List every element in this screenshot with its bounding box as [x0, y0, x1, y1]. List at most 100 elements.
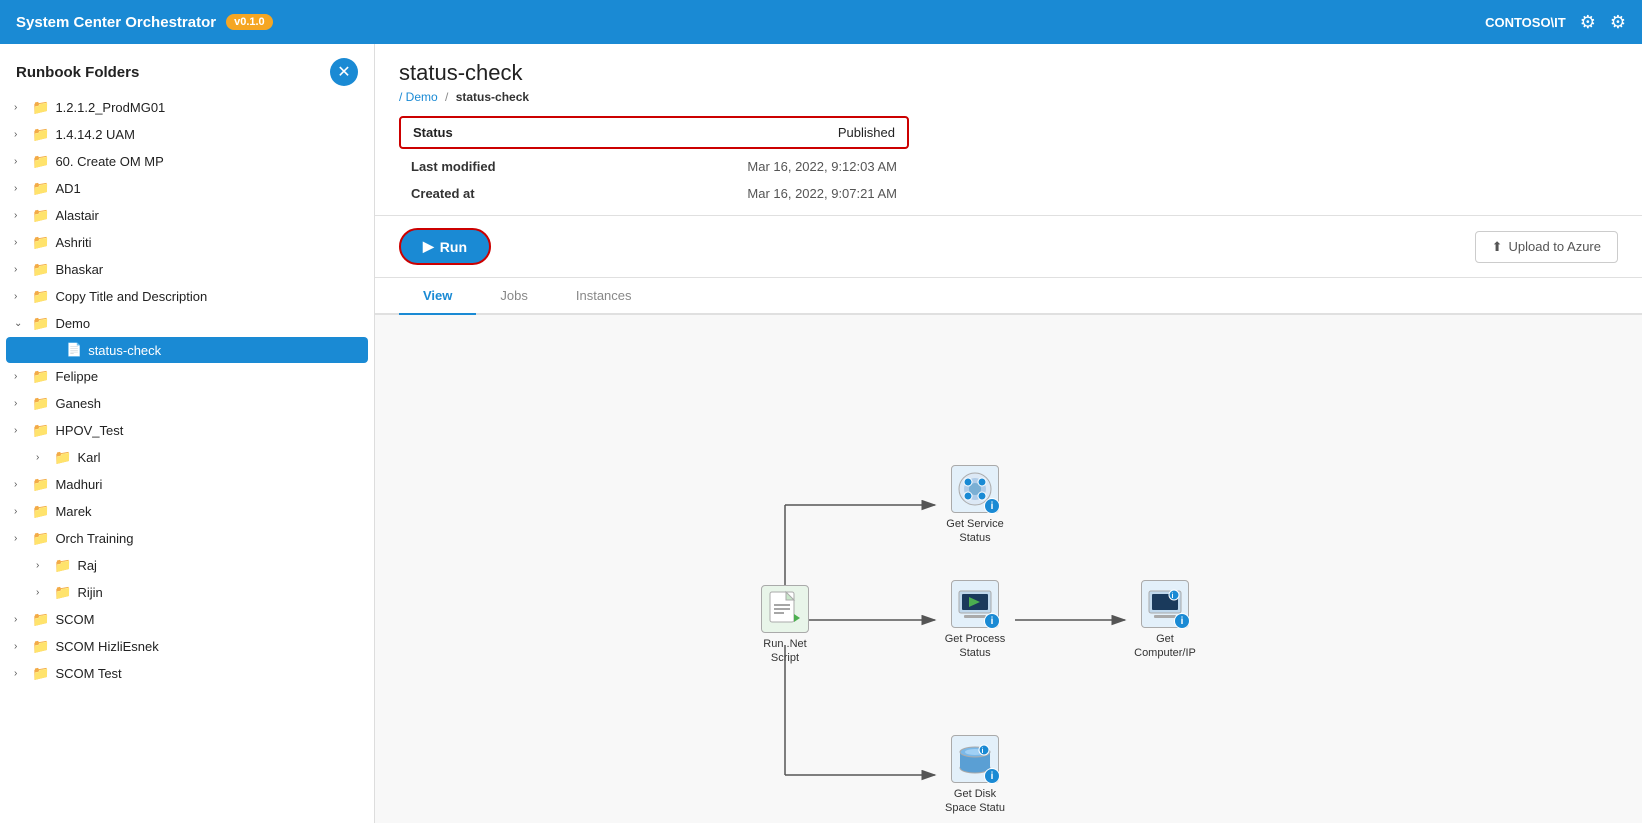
nav-left: System Center Orchestrator v0.1.0 [16, 14, 273, 31]
folder-icon: 📁 [32, 665, 49, 682]
folder-label: SCOM HizliEsnek [55, 639, 158, 654]
main-content: status-check / Demo / status-check Statu… [375, 44, 1642, 823]
node-get-service-status[interactable]: i Get ServiceStatus [935, 465, 1015, 546]
chevron-icon: › [36, 587, 48, 598]
created-at-label: Created at [411, 186, 475, 201]
chevron-icon: › [14, 183, 26, 194]
folder-item[interactable]: › 📁 Ashriti [0, 229, 374, 256]
sidebar-title: Runbook Folders [16, 64, 139, 81]
created-at-value: Mar 16, 2022, 9:07:21 AM [747, 186, 897, 201]
node-icon-run-net-script [761, 585, 809, 633]
folder-item[interactable]: › 📁 Ganesh [0, 390, 374, 417]
folder-label: Ashriti [55, 235, 91, 250]
node-get-process-status[interactable]: i Get ProcessStatus [935, 580, 1015, 661]
folder-icon: 📁 [32, 422, 49, 439]
folder-label: Orch Training [55, 531, 133, 546]
breadcrumb-separator: / [399, 90, 406, 104]
folder-icon: 📁 [32, 153, 49, 170]
tab-view[interactable]: View [399, 278, 476, 315]
chevron-icon: › [36, 452, 48, 463]
chevron-icon: › [14, 641, 26, 652]
node-get-disk-space-status[interactable]: i i Get DiskSpace Statu [935, 735, 1015, 816]
node-icon-get-computer-ip: i i [1141, 580, 1189, 628]
folder-icon: 📁 [54, 449, 71, 466]
runbook-label: status-check [88, 343, 161, 358]
chevron-icon: › [14, 668, 26, 679]
user-label: CONTOSO\IT [1485, 15, 1566, 30]
folder-icon: 📁 [32, 476, 49, 493]
folder-item[interactable]: › 📁 HPOV_Test [0, 417, 374, 444]
upload-azure-button[interactable]: ⬆ Upload to Azure [1475, 231, 1618, 263]
folder-item[interactable]: › 📁 Felippe [0, 363, 374, 390]
node-run-net-script[interactable]: Run .NetScript [745, 585, 825, 666]
node-icon-get-disk-space-status: i i [951, 735, 999, 783]
folder-icon: 📁 [54, 557, 71, 574]
sidebar-header: Runbook Folders ✕ [0, 44, 374, 94]
page-header: status-check / Demo / status-check Statu… [375, 44, 1642, 216]
puzzle-icon[interactable]: ⚙ [1580, 12, 1596, 33]
folder-item[interactable]: › 📁 Alastair [0, 202, 374, 229]
folder-item[interactable]: › 📁 Rijin [0, 579, 374, 606]
node-icon-get-service-status: i [951, 465, 999, 513]
folder-item[interactable]: › 📁 1.2.1.2_ProdMG01 [0, 94, 374, 121]
folder-item-copy-title[interactable]: › 📁 Copy Title and Description [0, 283, 374, 310]
info-badge: i [1174, 613, 1190, 629]
folder-item[interactable]: › 📁 Madhuri [0, 471, 374, 498]
node-get-computer-ip[interactable]: i i GetComputer/IP [1125, 580, 1205, 661]
top-navigation: System Center Orchestrator v0.1.0 CONTOS… [0, 0, 1642, 44]
folder-item[interactable]: › 📁 SCOM [0, 606, 374, 633]
folder-label: Copy Title and Description [55, 289, 207, 304]
folder-item[interactable]: › 📁 AD1 [0, 175, 374, 202]
folder-label: Karl [77, 450, 100, 465]
folder-label: Demo [55, 316, 90, 331]
folder-item[interactable]: › 📁 Bhaskar [0, 256, 374, 283]
folder-item[interactable]: › 📁 60. Create OM MP [0, 148, 374, 175]
folder-item[interactable]: › 📁 Marek [0, 498, 374, 525]
chevron-icon: › [14, 264, 26, 275]
folder-label: 60. Create OM MP [55, 154, 163, 169]
folder-icon: 📁 [32, 234, 49, 251]
folder-item[interactable]: › 📁 Orch Training [0, 525, 374, 552]
folder-item[interactable]: › 📁 1.4.14.2 UAM [0, 121, 374, 148]
folder-label: Madhuri [55, 477, 102, 492]
last-modified-label: Last modified [411, 159, 496, 174]
settings-icon[interactable]: ⚙ [1610, 12, 1626, 33]
last-modified-value: Mar 16, 2022, 9:12:03 AM [747, 159, 897, 174]
folder-item-demo[interactable]: ⌄ 📁 Demo [0, 310, 374, 337]
folder-label: 1.4.14.2 UAM [55, 127, 135, 142]
folder-label: Rijin [77, 585, 102, 600]
folder-label: SCOM [55, 612, 94, 627]
chevron-icon: › [14, 291, 26, 302]
breadcrumb-current: status-check [456, 90, 529, 104]
tabs: View Jobs Instances [375, 278, 1642, 315]
folder-icon: 📁 [32, 530, 49, 547]
folder-label: Raj [77, 558, 97, 573]
folder-label: Alastair [55, 208, 98, 223]
node-label-get-computer-ip: GetComputer/IP [1134, 632, 1196, 661]
run-button[interactable]: ▶ Run [399, 228, 491, 265]
folder-icon: 📁 [32, 395, 49, 412]
svg-text:i: i [982, 748, 984, 755]
folder-label: SCOM Test [55, 666, 121, 681]
breadcrumb-sep: / [445, 90, 452, 104]
collapse-button[interactable]: ✕ [330, 58, 358, 86]
folder-icon: 📁 [32, 261, 49, 278]
runbook-icon: 📄 [66, 342, 82, 358]
folder-item[interactable]: › 📁 Raj [0, 552, 374, 579]
node-icon-get-process-status: i [951, 580, 999, 628]
folder-icon: 📁 [32, 611, 49, 628]
folder-item[interactable]: › 📁 SCOM HizliEsnek [0, 633, 374, 660]
runbook-item-status-check[interactable]: 📄 status-check [6, 337, 368, 363]
node-label-get-service-status: Get ServiceStatus [946, 517, 1003, 546]
folder-icon: 📁 [32, 503, 49, 520]
folder-icon: 📁 [54, 584, 71, 601]
chevron-icon: › [14, 398, 26, 409]
breadcrumb-root[interactable]: Demo [406, 90, 438, 104]
folder-item[interactable]: › 📁 Karl [0, 444, 374, 471]
sidebar: Runbook Folders ✕ › 📁 1.2.1.2_ProdMG01 ›… [0, 44, 375, 823]
tab-instances[interactable]: Instances [552, 278, 656, 315]
tab-jobs[interactable]: Jobs [476, 278, 551, 315]
folder-item[interactable]: › 📁 SCOM Test [0, 660, 374, 687]
folder-label: Bhaskar [55, 262, 103, 277]
info-badge: i [984, 613, 1000, 629]
